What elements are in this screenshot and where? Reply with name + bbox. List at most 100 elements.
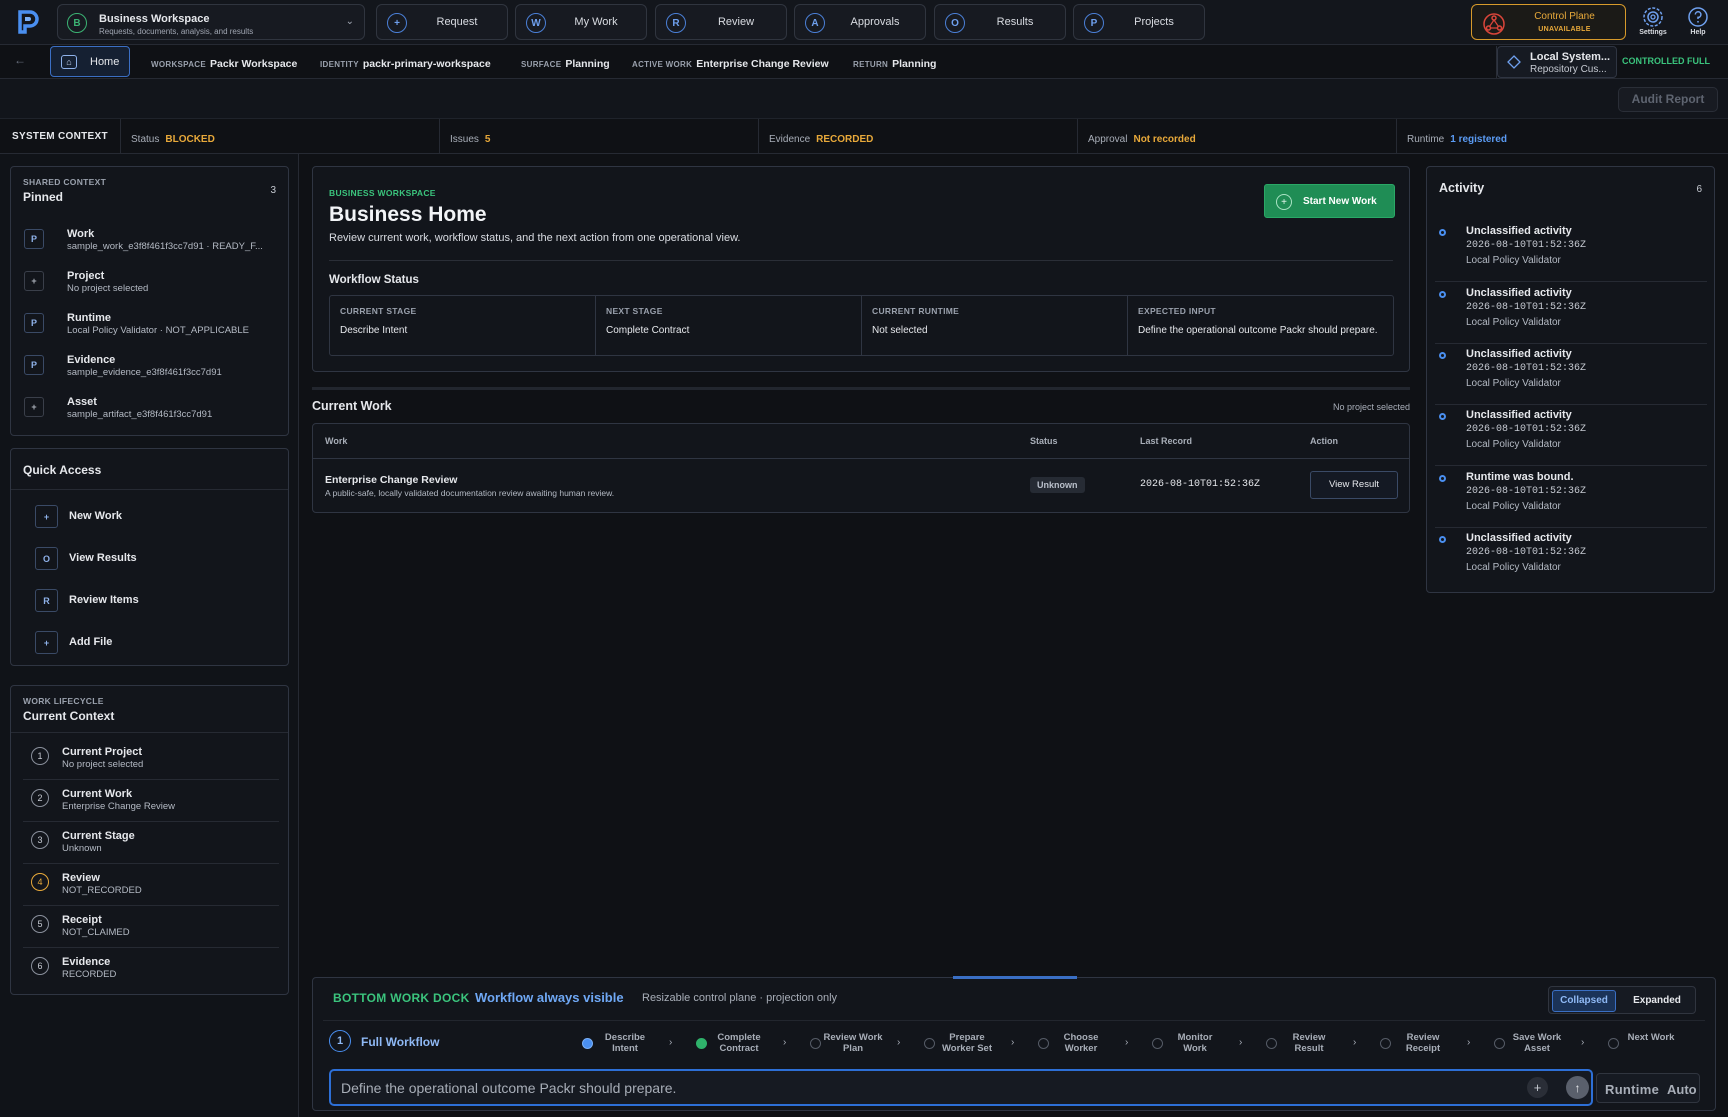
tab-review[interactable]: R Review [655, 4, 787, 40]
activity-item[interactable]: Unclassified activity 2026-08-10T01:52:3… [1435, 405, 1707, 466]
system-item-value: BLOCKED [165, 134, 215, 145]
start-new-work-button[interactable]: + Start New Work [1264, 184, 1395, 218]
work-intent-input[interactable] [341, 1077, 1491, 1099]
tab-approvals[interactable]: A Approvals [794, 4, 926, 40]
crumb-workspace[interactable]: WORKSPACE Packr Workspace [151, 56, 297, 70]
activity-count: 6 [1696, 184, 1702, 195]
my-work-icon: W [526, 13, 546, 33]
control-plane-button[interactable]: Control Plane UNAVAILABLE [1471, 4, 1626, 40]
back-arrow-icon[interactable]: ← [14, 53, 26, 67]
workflow-step[interactable]: Save Work Asset › [1494, 1032, 1594, 1058]
current-work-title: Current Work [312, 399, 392, 413]
step-label: Review Result [1292, 1032, 1326, 1054]
dock-resize-handle[interactable] [953, 976, 1077, 979]
step-label: Monitor Work [1177, 1032, 1213, 1054]
activity-dot-icon [1439, 291, 1446, 298]
pinned-item-sub: No project selected [67, 283, 149, 294]
pinned-item-evidence[interactable]: P Evidence sample_evidence_e3f8f461f3cc7… [23, 348, 279, 388]
workflow-step[interactable]: Choose Worker › [1038, 1032, 1138, 1058]
activity-item[interactable]: Unclassified activity 2026-08-10T01:52:3… [1435, 221, 1707, 282]
settings-button[interactable]: Settings [1635, 6, 1671, 42]
crumb-identity[interactable]: IDENTITY packr-primary-workspace [320, 56, 491, 70]
crumb-return[interactable]: RETURN Planning [853, 56, 936, 70]
crumb-surface[interactable]: SURFACE Planning [521, 56, 610, 70]
chevron-right-icon: › [897, 1037, 901, 1048]
quick-review-items[interactable]: R Review Items [23, 583, 279, 617]
step-label: Next Work [1627, 1032, 1675, 1043]
runtime-selector[interactable]: Runtime Auto [1596, 1073, 1700, 1103]
pinned-item-asset[interactable]: + Asset sample_artifact_e3f8f461f3cc7d91 [23, 390, 279, 430]
workflow-step[interactable]: Review Receipt › [1380, 1032, 1480, 1058]
lifecycle-item-project[interactable]: 1 Current Project No project selected [23, 738, 279, 780]
packr-icon: P [24, 313, 44, 333]
pinned-item-project[interactable]: + Project No project selected [23, 264, 279, 304]
pinned-item-work[interactable]: P Work sample_work_e3f8f461f3cc7d91 · RE… [23, 222, 279, 262]
work-input-bar: + ↑ [329, 1069, 1593, 1106]
activity-dot-icon [1439, 475, 1446, 482]
pinned-item-title: Work [67, 228, 95, 240]
step-status-dot-icon [582, 1038, 593, 1049]
lifecycle-sub: NOT_CLAIMED [62, 927, 130, 938]
expanded-option[interactable]: Expanded [1621, 990, 1693, 1012]
workflow-step[interactable]: Review Result › [1266, 1032, 1366, 1058]
help-button[interactable]: Help [1680, 6, 1716, 42]
activity-item-time: 2026-08-10T01:52:36Z [1466, 302, 1587, 313]
workspace-selector[interactable]: B Business Workspace Requests, documents… [57, 4, 365, 40]
lifecycle-sub: Unknown [62, 843, 102, 854]
workflow-number: 1 [329, 1030, 351, 1052]
activity-dot-icon [1439, 352, 1446, 359]
workflow-step[interactable]: Next Work [1608, 1032, 1708, 1058]
workflow-step[interactable]: Prepare Worker Set › [924, 1032, 1024, 1058]
workflow-step[interactable]: Complete Contract › [696, 1032, 796, 1058]
step-status-dot-icon [696, 1038, 707, 1049]
plus-icon: + [24, 397, 44, 417]
activity-item-title: Runtime was bound. [1466, 471, 1574, 483]
lifecycle-item-review[interactable]: 4 Review NOT_RECORDED [23, 864, 279, 906]
activity-item[interactable]: Unclassified activity 2026-08-10T01:52:3… [1435, 344, 1707, 405]
system-item-key: Runtime [1407, 134, 1445, 145]
local-system-button[interactable]: Local System... Repository Cus... [1497, 46, 1617, 78]
lifecycle-item-receipt[interactable]: 5 Receipt NOT_CLAIMED [23, 906, 279, 948]
packr-icon: P [24, 229, 44, 249]
status-key: CURRENT RUNTIME [872, 306, 960, 316]
panel-title: Current Context [23, 709, 115, 723]
chevron-right-icon: › [669, 1037, 673, 1048]
activity-item[interactable]: Runtime was bound. 2026-08-10T01:52:36Z … [1435, 467, 1707, 528]
send-arrow-icon[interactable]: ↑ [1566, 1076, 1589, 1099]
system-item-value: RECORDED [816, 134, 874, 145]
status-current-stage: CURRENT STAGE Describe Intent [330, 296, 596, 355]
workflow-step[interactable]: Review Work Plan › [810, 1032, 910, 1058]
tab-projects[interactable]: P Projects [1073, 4, 1205, 40]
audit-report-button[interactable]: Audit Report [1618, 87, 1718, 112]
pinned-item-runtime[interactable]: P Runtime Local Policy Validator · NOT_A… [23, 306, 279, 346]
quick-view-results[interactable]: O View Results [23, 541, 279, 575]
workflow-step[interactable]: Describe Intent › [582, 1032, 682, 1058]
tab-my-work[interactable]: W My Work [515, 4, 647, 40]
results-icon: O [35, 547, 58, 570]
workflow-step[interactable]: Monitor Work › [1152, 1032, 1252, 1058]
lifecycle-item-stage[interactable]: 3 Current Stage Unknown [23, 822, 279, 864]
activity-item[interactable]: Unclassified activity 2026-08-10T01:52:3… [1435, 528, 1707, 589]
help-icon [1688, 7, 1708, 27]
lifecycle-item-work[interactable]: 2 Current Work Enterprise Change Review [23, 780, 279, 822]
packr-logo-icon[interactable] [16, 9, 40, 35]
crumb-active-work[interactable]: ACTIVE WORK Enterprise Change Review [632, 56, 829, 70]
quick-new-work[interactable]: + New Work [23, 499, 279, 533]
chevron-right-icon: › [1353, 1037, 1357, 1048]
dock-mode-toggle: Collapsed Expanded [1548, 986, 1696, 1014]
collapsed-option[interactable]: Collapsed [1552, 990, 1616, 1012]
lifecycle-item-evidence[interactable]: 6 Evidence RECORDED [23, 948, 279, 990]
activity-item[interactable]: Unclassified activity 2026-08-10T01:52:3… [1435, 283, 1707, 344]
crumb-value: Planning [565, 58, 610, 70]
home-button[interactable]: ⌂ Home [50, 46, 130, 77]
view-result-button[interactable]: View Result [1310, 471, 1398, 499]
tab-results[interactable]: O Results [934, 4, 1066, 40]
add-attachment-icon[interactable]: + [1527, 1077, 1548, 1098]
dock-subtitle: Resizable control plane · projection onl… [642, 992, 838, 1004]
tab-request[interactable]: + Request [376, 4, 508, 40]
context-bar: ← ⌂ Home WORKSPACE Packr Workspace IDENTI… [0, 45, 1728, 79]
crumb-key: SURFACE [521, 60, 562, 69]
chevron-right-icon: › [1239, 1037, 1243, 1048]
home-icon: ⌂ [61, 55, 77, 69]
quick-add-file[interactable]: + Add File [23, 625, 279, 659]
